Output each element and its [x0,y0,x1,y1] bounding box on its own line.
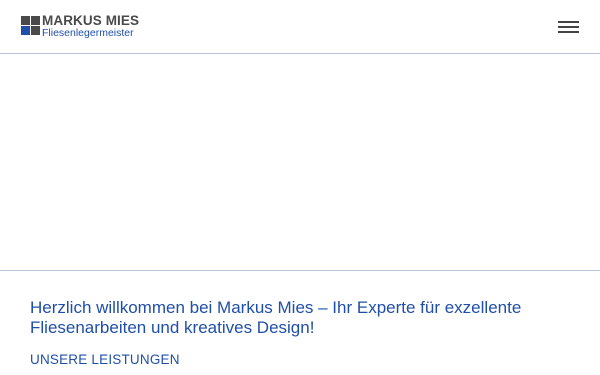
site-logo[interactable]: MARKUS MIES Fliesenlegermeister [21,13,140,39]
logo-subtitle: Fliesenlegermeister [42,27,134,39]
logo-name: MARKUS MIES [42,13,140,28]
welcome-heading: Herzlich willkommen bei Markus Mies – Ih… [30,298,522,337]
services-link[interactable]: UNSERE LEISTUNGEN [30,352,180,367]
site-header: MARKUS MIES Fliesenlegermeister [0,0,600,54]
hero-area [0,55,600,271]
logo-text: MARKUS MIES Fliesenlegermeister [42,13,140,39]
hamburger-menu-icon[interactable] [558,19,579,35]
logo-mark-icon [21,16,40,35]
